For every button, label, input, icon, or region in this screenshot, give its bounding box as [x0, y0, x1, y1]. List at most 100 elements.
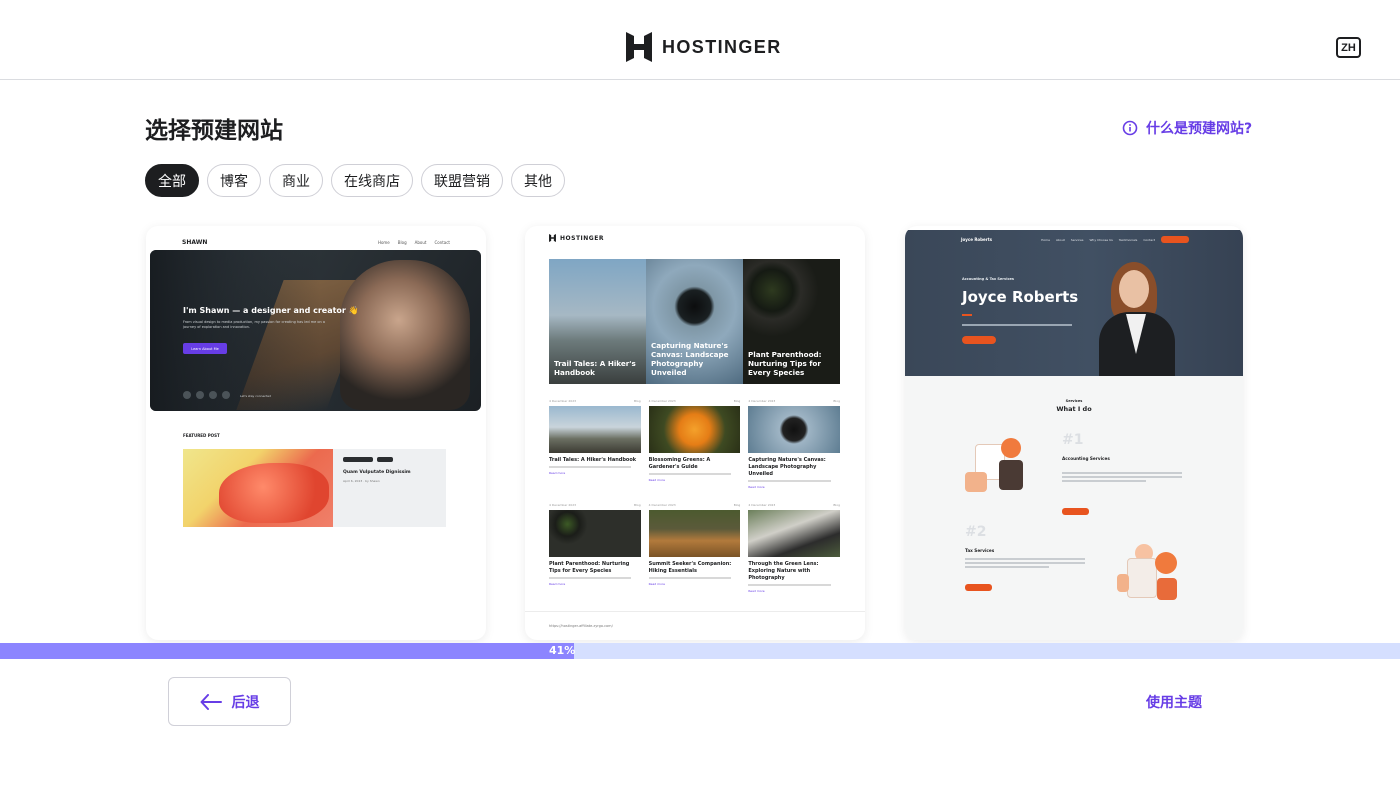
service-name: Accounting Services [1062, 456, 1110, 461]
template-hero-tiles: Trail Tales: A Hiker's Handbook Capturin… [549, 259, 840, 384]
template-footer-url: https://hostinger-affiliate.zyrgo.com/ [549, 624, 613, 628]
twitter-icon [209, 391, 217, 399]
post-date: 4 December 2023 [748, 503, 776, 507]
post-title: Through the Green Lens: Exploring Nature… [748, 561, 819, 581]
language-switcher[interactable]: ZH [1336, 37, 1361, 58]
template-social-icons [183, 391, 230, 399]
hostinger-logo[interactable]: HOSTINGER [626, 32, 782, 62]
template-nav: Joyce Roberts Home About Services Why Ch… [961, 236, 1189, 243]
template-hero-heading: I'm Shawn — a designer and creator 👋 [183, 306, 359, 315]
read-more-link: Read more [549, 471, 566, 475]
help-link-label: 什么是预建网站? [1146, 121, 1253, 137]
template-hero-button [962, 336, 996, 344]
template-brand: SHAWN [182, 238, 208, 246]
read-more-link: Read more [549, 582, 566, 586]
filter-online-store[interactable]: 在线商店 [331, 164, 413, 197]
hero-tile-caption: Capturing Nature's Canvas: Landscape Pho… [651, 341, 729, 377]
post-card: 4 December 2023 Blog Plant Parenthood: Nu… [549, 503, 641, 593]
post-title: Summit Seeker's Companion: Hiking Essent… [648, 561, 732, 574]
what-is-prebuilt-link[interactable]: 什么是预建网站? [1122, 118, 1252, 138]
page-title: 选择预建网站 [145, 118, 283, 144]
services-kicker: Services [1065, 399, 1083, 403]
tax-illustration [1117, 544, 1183, 602]
template-nav-link: Contact [434, 239, 450, 245]
post-category: Blog [733, 503, 741, 507]
template-brand: HOSTINGER [560, 234, 604, 242]
info-icon [1122, 120, 1138, 136]
template-nav-link: About [1055, 237, 1065, 242]
post-date: 4 December 2023 [648, 503, 676, 507]
template-post-date: April 6, 2023 · by Shawn [343, 479, 380, 483]
template-hero-text: From visual design to media production, … [183, 320, 325, 329]
read-more-link: Read more [648, 582, 665, 586]
post-date: 4 December 2023 [648, 399, 676, 403]
template-nav-links: Home Blog About Contact [378, 240, 450, 245]
instagram-icon [196, 391, 204, 399]
template-nav-link: Testimonials [1118, 237, 1138, 242]
post-title: Blossoming Greens: A Gardener's Guide [648, 457, 711, 470]
service-number: #2 [965, 524, 987, 540]
portrait-image [340, 260, 470, 410]
post-image [748, 406, 840, 453]
logo-text: HOSTINGER [662, 36, 782, 57]
progress-fill [0, 643, 574, 659]
template-hero-button: Learn About Me [183, 343, 227, 354]
post-title: Capturing Nature's Canvas: Landscape Pho… [748, 457, 826, 477]
template-featured-label: FEATURED POST [183, 433, 220, 438]
template-nav-link: Blog [397, 239, 407, 245]
back-button-label: 后退 [231, 694, 260, 711]
youtube-icon [222, 391, 230, 399]
template-nav: HOSTINGER [549, 234, 604, 242]
hostinger-logo-icon [626, 32, 652, 62]
post-image [648, 406, 741, 453]
service-button [965, 584, 992, 591]
template-kicker: Accounting & Tax Services [962, 277, 1015, 281]
hero-tile-caption: Plant Parenthood: Nurturing Tips for Eve… [748, 350, 822, 377]
filter-business[interactable]: 商业 [269, 164, 323, 197]
hero-tile: Capturing Nature's Canvas: Landscape Pho… [646, 259, 743, 384]
back-button[interactable]: 后退 [168, 677, 291, 726]
filter-all[interactable]: 全部 [145, 164, 199, 197]
post-date: 4 December 2023 [549, 503, 577, 507]
post-category: Blog [833, 399, 840, 403]
service-number: #1 [1062, 432, 1084, 448]
hero-tile-caption: Trail Tales: A Hiker's Handbook [554, 359, 636, 377]
use-theme-button[interactable]: 使用主题 [1146, 692, 1202, 712]
hostinger-logo-icon [549, 234, 556, 242]
hero-tile: Trail Tales: A Hiker's Handbook [549, 259, 646, 384]
service-name: Tax Services [965, 548, 995, 553]
read-more-link: Read more [648, 478, 665, 482]
template-nav: SHAWN Home Blog About Contact [182, 236, 450, 248]
template-nav-link: Why Choose Us [1089, 237, 1113, 242]
portrait-image [1099, 262, 1175, 376]
filter-blog[interactable]: 博客 [207, 164, 261, 197]
template-nav-link: Contact [1143, 237, 1155, 242]
template-social-caption: Let's stay connected [240, 394, 271, 398]
template-footer: https://hostinger-affiliate.zyrgo.com/ [525, 611, 865, 640]
post-category: Blog [733, 399, 741, 403]
post-image [748, 510, 840, 557]
template-nav-link: About [414, 239, 427, 245]
accounting-illustration [965, 438, 1031, 496]
template-services: Services What I do #1 Accounting Service… [905, 376, 1243, 640]
category-filters: 全部 博客 商业 在线商店 联盟营销 其他 [145, 164, 565, 197]
filter-affiliate[interactable]: 联盟营销 [421, 164, 503, 197]
post-title: Trail Tales: A Hiker's Handbook [549, 457, 637, 463]
template-card-joyce[interactable]: Joyce Roberts Home About Services Why Ch… [905, 226, 1243, 640]
template-nav-links: Home About Services Why Choose Us Testim… [1041, 236, 1189, 243]
post-category: Blog [634, 503, 641, 507]
post-image [648, 510, 741, 557]
post-card: 4 December 2023 Blog Trail Tales: A Hiker… [549, 399, 641, 489]
post-card: 4 December 2023 Blog Capturing Nature's C… [748, 399, 840, 489]
post-card: 4 December 2023 Blog Blossoming Greens: A… [648, 399, 741, 489]
post-title: Plant Parenthood: Nurturing Tips for Eve… [549, 561, 630, 574]
template-card-shawn[interactable]: SHAWN Home Blog About Contact I'm Shawn … [146, 226, 486, 640]
filter-other[interactable]: 其他 [511, 164, 565, 197]
template-card-blog[interactable]: HOSTINGER Trail Tales: A Hiker's Handboo… [525, 226, 865, 640]
post-category: Blog [634, 399, 641, 403]
template-hero-image: I'm Shawn — a designer and creator 👋 Fro… [150, 250, 481, 411]
post-card: 4 December 2023 Blog Summit Seeker's Comp… [648, 503, 741, 593]
facebook-icon [183, 391, 191, 399]
post-category: Blog [833, 503, 840, 507]
template-nav-button [1161, 236, 1189, 243]
